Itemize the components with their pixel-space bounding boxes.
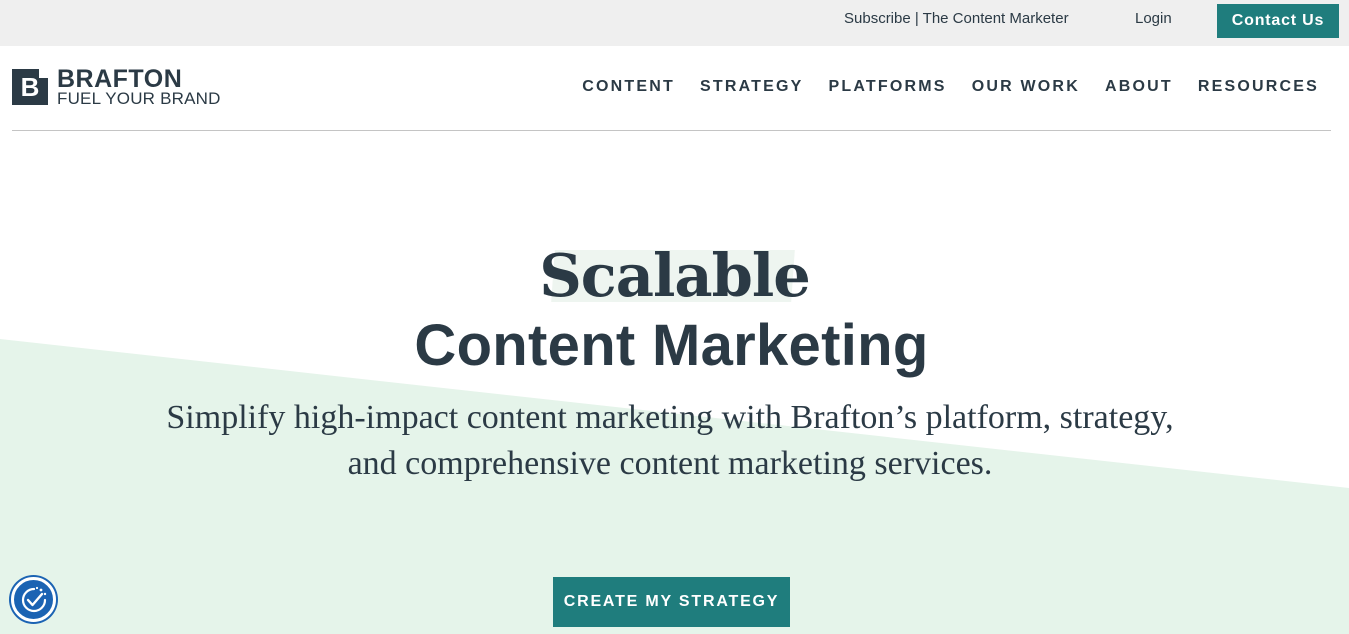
hero-subtitle: Simplify high-impact content marketing w… <box>95 395 1245 487</box>
accessibility-button[interactable] <box>11 577 56 622</box>
hero-subtitle-line-1: Simplify high-impact content marketing w… <box>166 399 1174 436</box>
hero-title-scalable: Scalable <box>539 241 811 310</box>
site-header: B BRAFTON FUEL YOUR BRAND CONTENT STRATE… <box>0 46 1349 131</box>
nav-item-resources[interactable]: RESOURCES <box>1198 78 1319 96</box>
login-link[interactable]: Login <box>1135 10 1172 27</box>
hero-subtitle-line-2: and comprehensive content marketing serv… <box>347 445 993 482</box>
main-nav: CONTENT STRATEGY PLATFORMS OUR WORK ABOU… <box>557 78 1319 96</box>
logo-name: BRAFTON <box>57 65 183 93</box>
brafton-logo[interactable]: B BRAFTON FUEL YOUR BRAND <box>12 65 232 110</box>
logo-notch <box>39 69 48 78</box>
nav-item-about[interactable]: ABOUT <box>1105 78 1173 96</box>
nav-item-platforms[interactable]: PLATFORMS <box>829 78 947 96</box>
logo-tagline: FUEL YOUR BRAND <box>57 89 221 108</box>
hero-background <box>0 339 1349 634</box>
nav-item-strategy[interactable]: STRATEGY <box>700 78 804 96</box>
nav-item-content[interactable]: CONTENT <box>582 78 675 96</box>
utility-bar: Subscribe | The Content Marketer Login C… <box>0 0 1349 46</box>
subscribe-link[interactable]: Subscribe | The Content Marketer <box>844 10 1069 27</box>
nav-item-our-work[interactable]: OUR WORK <box>972 78 1080 96</box>
accessibility-check-icon <box>21 586 46 612</box>
create-my-strategy-button[interactable]: CREATE MY STRATEGY <box>553 577 790 627</box>
contact-us-button[interactable]: Contact Us <box>1217 4 1339 38</box>
hero-title-content-marketing: Content Marketing <box>414 313 929 378</box>
